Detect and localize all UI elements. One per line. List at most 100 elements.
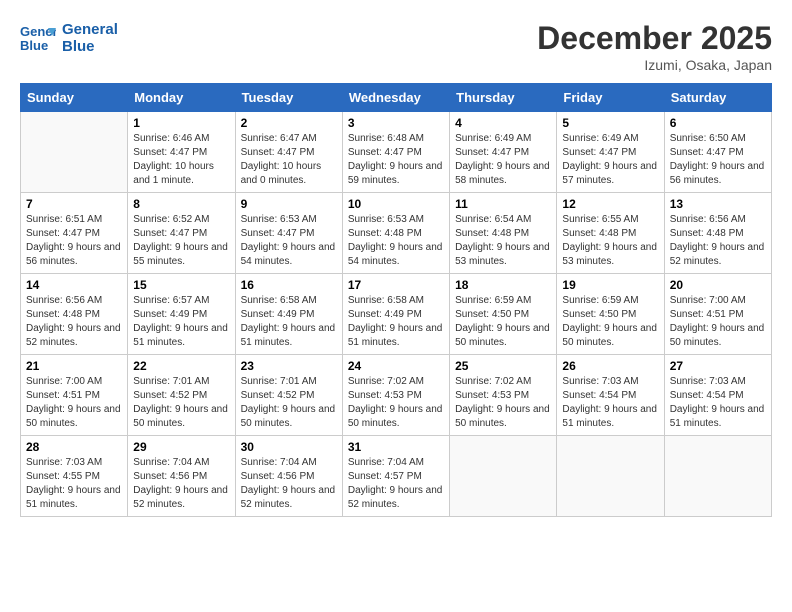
calendar-cell: 3Sunrise: 6:48 AMSunset: 4:47 PMDaylight…: [342, 112, 449, 193]
logo-icon: General Blue: [20, 20, 56, 56]
day-number: 29: [133, 440, 229, 454]
calendar-cell: 19Sunrise: 6:59 AMSunset: 4:50 PMDayligh…: [557, 274, 664, 355]
calendar-cell: 21 Sunrise: 7:00 AMSunset: 4:51 PMDayligh…: [21, 355, 128, 436]
calendar-cell: 31 Sunrise: 7:04 AMSunset: 4:57 PMDayligh…: [342, 436, 449, 517]
week-row-5: 28 Sunrise: 7:03 AMSunset: 4:55 PMDayligh…: [21, 436, 772, 517]
day-number: 28: [26, 440, 122, 454]
day-number: 15: [133, 278, 229, 292]
day-detail: Sunrise: 6:50 AMSunset: 4:47 PMDaylight:…: [670, 132, 766, 188]
calendar-cell: 1 Sunrise: 6:46 AMSunset: 4:47 PMDaylight…: [128, 112, 235, 193]
weekday-monday: Monday: [128, 84, 235, 112]
day-detail: Sunrise: 6:55 AMSunset: 4:48 PMDaylight:…: [562, 213, 658, 269]
logo: General Blue General Blue: [20, 20, 118, 56]
day-detail: Sunrise: 7:03 AMSunset: 4:54 PMDaylight:…: [670, 375, 766, 431]
calendar-cell: [557, 436, 664, 517]
day-detail: Sunrise: 6:51 AMSunset: 4:47 PMDaylight:…: [26, 213, 122, 269]
day-detail: Sunrise: 6:59 AMSunset: 4:50 PMDaylight:…: [455, 294, 551, 350]
day-number: 27: [670, 359, 766, 373]
calendar-cell: 2Sunrise: 6:47 AMSunset: 4:47 PMDaylight…: [235, 112, 342, 193]
day-detail: Sunrise: 6:53 AMSunset: 4:48 PMDaylight:…: [348, 213, 444, 269]
day-detail: Sunrise: 7:00 AMSunset: 4:51 PMDaylight:…: [26, 375, 122, 431]
day-detail: Sunrise: 6:52 AMSunset: 4:47 PMDaylight:…: [133, 213, 229, 269]
logo-line2: Blue: [62, 38, 118, 55]
day-number: 9: [241, 197, 337, 211]
day-detail: Sunrise: 6:46 AMSunset: 4:47 PMDaylight:…: [133, 132, 229, 188]
location: Izumi, Osaka, Japan: [537, 57, 772, 73]
calendar-table: SundayMondayTuesdayWednesdayThursdayFrid…: [20, 83, 772, 517]
calendar-body: 1 Sunrise: 6:46 AMSunset: 4:47 PMDaylight…: [21, 112, 772, 517]
calendar-cell: 16 Sunrise: 6:58 AMSunset: 4:49 PMDayligh…: [235, 274, 342, 355]
day-number: 25: [455, 359, 551, 373]
calendar-cell: 29 Sunrise: 7:04 AMSunset: 4:56 PMDayligh…: [128, 436, 235, 517]
day-detail: Sunrise: 7:01 AMSunset: 4:52 PMDaylight:…: [241, 375, 337, 431]
day-detail: Sunrise: 6:56 AMSunset: 4:48 PMDaylight:…: [670, 213, 766, 269]
day-number: 24: [348, 359, 444, 373]
calendar-cell: 9 Sunrise: 6:53 AMSunset: 4:47 PMDaylight…: [235, 193, 342, 274]
day-number: 4: [455, 116, 551, 130]
weekday-header-row: SundayMondayTuesdayWednesdayThursdayFrid…: [21, 84, 772, 112]
day-detail: Sunrise: 6:57 AMSunset: 4:49 PMDaylight:…: [133, 294, 229, 350]
day-detail: Sunrise: 6:49 AMSunset: 4:47 PMDaylight:…: [562, 132, 658, 188]
day-number: 8: [133, 197, 229, 211]
day-detail: Sunrise: 6:56 AMSunset: 4:48 PMDaylight:…: [26, 294, 122, 350]
calendar-cell: [664, 436, 771, 517]
weekday-saturday: Saturday: [664, 84, 771, 112]
calendar-cell: 7 Sunrise: 6:51 AMSunset: 4:47 PMDaylight…: [21, 193, 128, 274]
calendar-cell: 30Sunrise: 7:04 AMSunset: 4:56 PMDayligh…: [235, 436, 342, 517]
page-header: General Blue General Blue December 2025 …: [20, 20, 772, 73]
day-number: 2: [241, 116, 337, 130]
day-detail: Sunrise: 7:00 AMSunset: 4:51 PMDaylight:…: [670, 294, 766, 350]
day-number: 14: [26, 278, 122, 292]
calendar-cell: 28 Sunrise: 7:03 AMSunset: 4:55 PMDayligh…: [21, 436, 128, 517]
calendar-cell: 26Sunrise: 7:03 AMSunset: 4:54 PMDayligh…: [557, 355, 664, 436]
day-detail: Sunrise: 6:58 AMSunset: 4:49 PMDaylight:…: [241, 294, 337, 350]
weekday-wednesday: Wednesday: [342, 84, 449, 112]
calendar-cell: 12 Sunrise: 6:55 AMSunset: 4:48 PMDayligh…: [557, 193, 664, 274]
day-number: 5: [562, 116, 658, 130]
weekday-friday: Friday: [557, 84, 664, 112]
calendar-cell: [450, 436, 557, 517]
calendar-cell: 18 Sunrise: 6:59 AMSunset: 4:50 PMDayligh…: [450, 274, 557, 355]
calendar-cell: 5 Sunrise: 6:49 AMSunset: 4:47 PMDaylight…: [557, 112, 664, 193]
day-number: 23: [241, 359, 337, 373]
day-number: 22: [133, 359, 229, 373]
day-detail: Sunrise: 6:53 AMSunset: 4:47 PMDaylight:…: [241, 213, 337, 269]
calendar-cell: 8 Sunrise: 6:52 AMSunset: 4:47 PMDaylight…: [128, 193, 235, 274]
logo-line1: General: [62, 21, 118, 38]
calendar-cell: 6Sunrise: 6:50 AMSunset: 4:47 PMDaylight…: [664, 112, 771, 193]
week-row-3: 14 Sunrise: 6:56 AMSunset: 4:48 PMDayligh…: [21, 274, 772, 355]
calendar-cell: 23 Sunrise: 7:01 AMSunset: 4:52 PMDayligh…: [235, 355, 342, 436]
day-detail: Sunrise: 7:03 AMSunset: 4:55 PMDaylight:…: [26, 456, 122, 512]
weekday-thursday: Thursday: [450, 84, 557, 112]
day-number: 13: [670, 197, 766, 211]
month-title: December 2025: [537, 20, 772, 57]
weekday-sunday: Sunday: [21, 84, 128, 112]
weekday-tuesday: Tuesday: [235, 84, 342, 112]
week-row-2: 7 Sunrise: 6:51 AMSunset: 4:47 PMDaylight…: [21, 193, 772, 274]
calendar-cell: 17 Sunrise: 6:58 AMSunset: 4:49 PMDayligh…: [342, 274, 449, 355]
day-number: 30: [241, 440, 337, 454]
day-number: 17: [348, 278, 444, 292]
calendar-cell: 13 Sunrise: 6:56 AMSunset: 4:48 PMDayligh…: [664, 193, 771, 274]
day-detail: Sunrise: 7:01 AMSunset: 4:52 PMDaylight:…: [133, 375, 229, 431]
day-number: 16: [241, 278, 337, 292]
day-number: 11: [455, 197, 551, 211]
svg-text:Blue: Blue: [20, 38, 48, 53]
day-detail: Sunrise: 7:02 AMSunset: 4:53 PMDaylight:…: [455, 375, 551, 431]
day-number: 31: [348, 440, 444, 454]
day-detail: Sunrise: 6:59 AMSunset: 4:50 PMDaylight:…: [562, 294, 658, 350]
day-number: 3: [348, 116, 444, 130]
day-number: 12: [562, 197, 658, 211]
calendar-cell: 20Sunrise: 7:00 AMSunset: 4:51 PMDayligh…: [664, 274, 771, 355]
day-number: 18: [455, 278, 551, 292]
day-number: 7: [26, 197, 122, 211]
calendar-cell: 24Sunrise: 7:02 AMSunset: 4:53 PMDayligh…: [342, 355, 449, 436]
day-detail: Sunrise: 7:04 AMSunset: 4:56 PMDaylight:…: [133, 456, 229, 512]
day-number: 1: [133, 116, 229, 130]
day-number: 21: [26, 359, 122, 373]
calendar-cell: 10Sunrise: 6:53 AMSunset: 4:48 PMDayligh…: [342, 193, 449, 274]
calendar-cell: 4Sunrise: 6:49 AMSunset: 4:47 PMDaylight…: [450, 112, 557, 193]
day-detail: Sunrise: 7:04 AMSunset: 4:57 PMDaylight:…: [348, 456, 444, 512]
title-block: December 2025 Izumi, Osaka, Japan: [537, 20, 772, 73]
day-detail: Sunrise: 6:58 AMSunset: 4:49 PMDaylight:…: [348, 294, 444, 350]
